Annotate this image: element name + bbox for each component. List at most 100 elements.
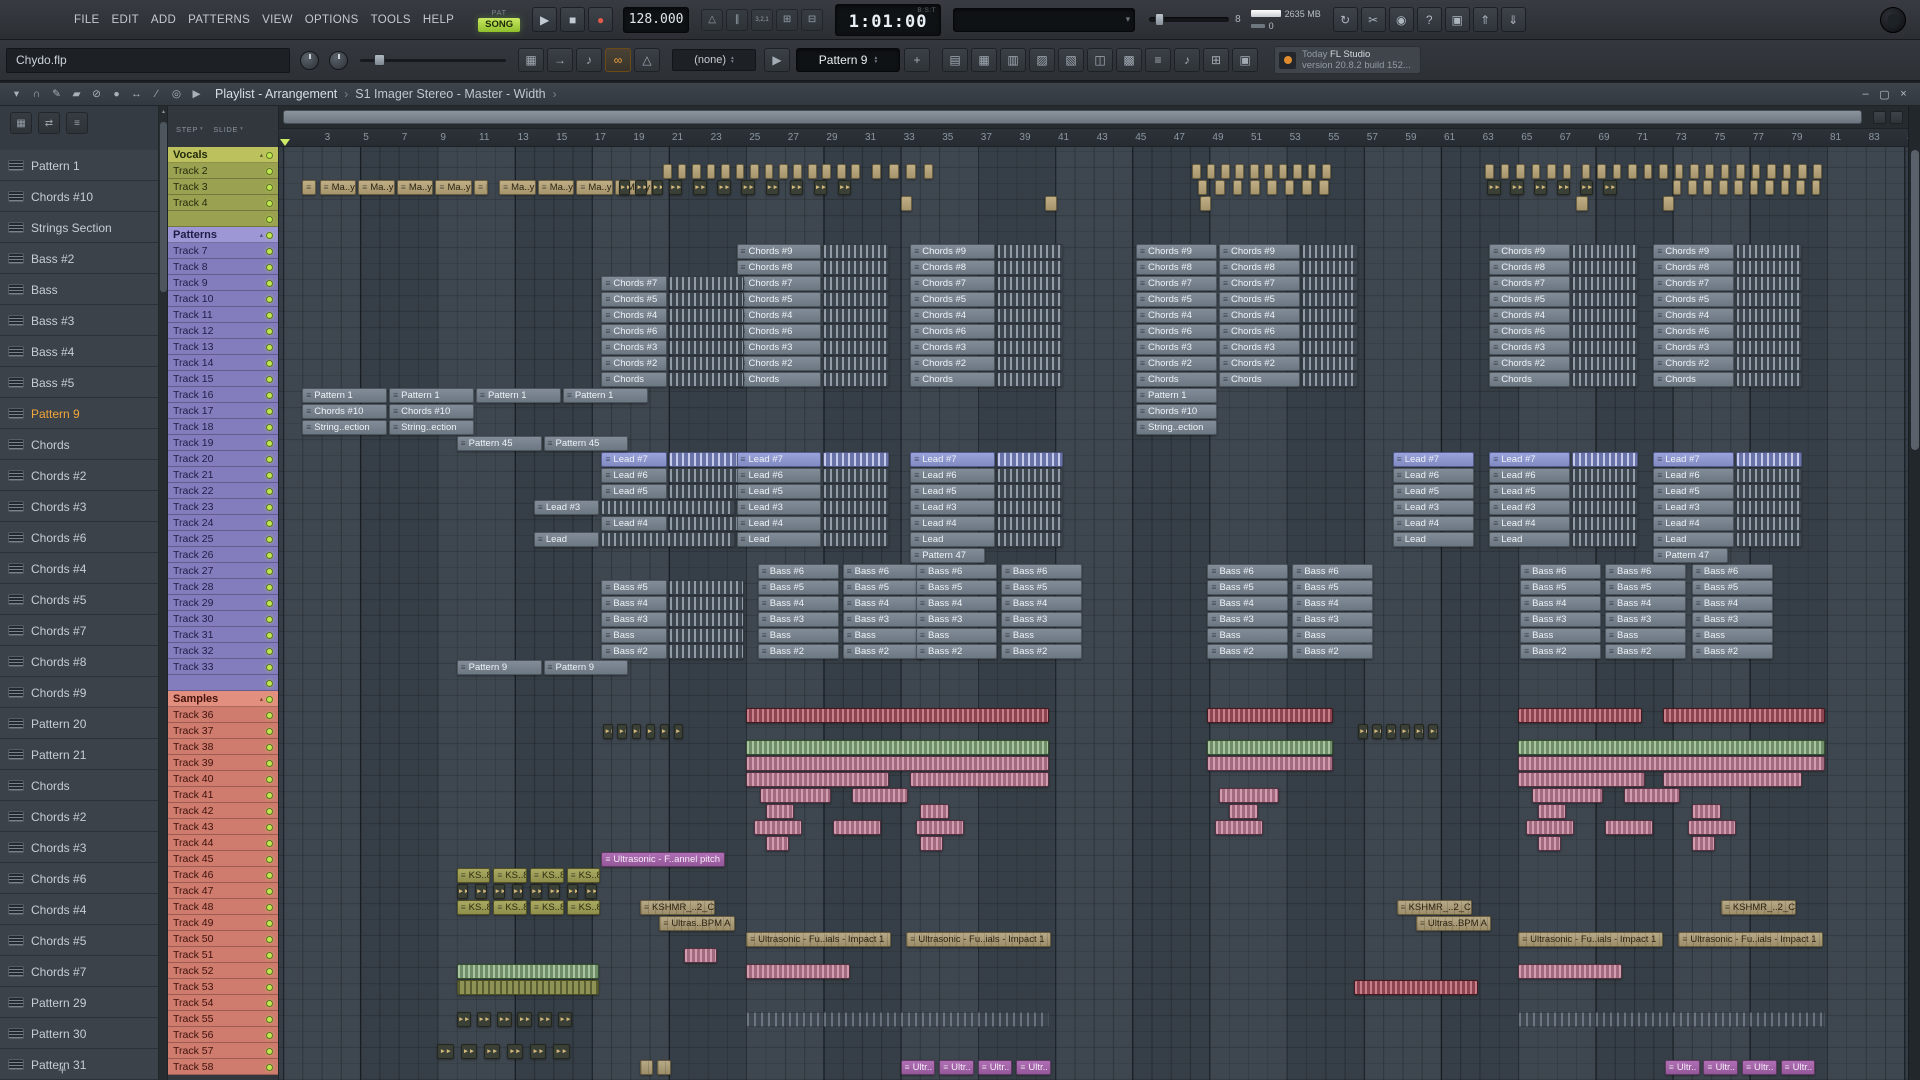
- clip-pat-steps[interactable]: [997, 323, 1063, 339]
- clip-m[interactable]: ≡M: [474, 179, 488, 195]
- pattern-list-item-chords-9[interactable]: Chords #9: [0, 677, 158, 708]
- clip-pattern-45[interactable]: ≡ Pattern 45: [543, 435, 629, 451]
- clip-ultr[interactable]: ≡ Ultr..: [1664, 1059, 1700, 1075]
- clip-chop[interactable]: [1232, 179, 1243, 195]
- clip-bass-3[interactable]: ≡ Bass #3: [1520, 611, 1602, 627]
- track-group-vocals[interactable]: Vocals ▴: [168, 147, 278, 163]
- clip-arrow[interactable]: ►►: [813, 179, 828, 195]
- clip-chords-10[interactable]: ≡ Chords #10: [389, 403, 474, 419]
- clip-string-ection[interactable]: ≡ String..ection: [302, 419, 388, 435]
- clip-chords-7[interactable]: ≡Chords #7: [1653, 275, 1735, 291]
- clip-pink[interactable]: [1537, 803, 1567, 819]
- clip-bass[interactable]: ≡ Bass: [1292, 627, 1374, 643]
- clip-lead-steps[interactable]: [997, 451, 1063, 467]
- clip-kshmr-2-clean[interactable]: ≡KSHMR_..2_Clean: [1720, 899, 1797, 915]
- clip-chords-3[interactable]: ≡Chords #3: [1489, 339, 1571, 355]
- clip-pat-steps[interactable]: [1302, 307, 1358, 323]
- volume-handle[interactable]: [1155, 13, 1165, 26]
- track-row-track-12[interactable]: Track 12: [168, 323, 278, 339]
- clip-bass-6[interactable]: ≡ Bass #6: [1292, 563, 1374, 579]
- track-row-track-55[interactable]: Track 55: [168, 1011, 278, 1027]
- clip-arrow[interactable]: ►►: [617, 723, 628, 739]
- clip-bass-2[interactable]: ≡ Bass #2: [1520, 643, 1602, 659]
- clip-chords-5[interactable]: ≡Chords #5: [910, 291, 996, 307]
- clip-lead-steps[interactable]: [1736, 451, 1802, 467]
- picker-filter-icon[interactable]: ≡: [66, 112, 88, 134]
- clip-chop[interactable]: [1215, 179, 1225, 195]
- track-led[interactable]: [266, 935, 273, 943]
- clip-pat-steps[interactable]: [1302, 339, 1358, 355]
- clip-chords-2[interactable]: ≡Chords #2: [1653, 355, 1735, 371]
- menu-add[interactable]: ADD: [145, 10, 182, 30]
- clip-chop[interactable]: [1765, 179, 1774, 195]
- clip-pat-steps[interactable]: [823, 291, 889, 307]
- clip-pat-steps[interactable]: [669, 307, 745, 323]
- clip-pink[interactable]: [1219, 787, 1279, 803]
- clip-pink[interactable]: [1624, 787, 1681, 803]
- track-led[interactable]: [266, 823, 273, 831]
- track-led[interactable]: [266, 551, 273, 559]
- track-led[interactable]: [266, 807, 273, 815]
- track-led[interactable]: [266, 615, 273, 623]
- track-led[interactable]: [266, 839, 273, 847]
- track-led[interactable]: [266, 663, 273, 671]
- clip-pat-steps[interactable]: [669, 371, 745, 387]
- clip-pat-steps[interactable]: [1736, 323, 1802, 339]
- clip-lead-6[interactable]: ≡ Lead #6: [1392, 467, 1474, 483]
- shuffle-slider[interactable]: [360, 52, 506, 68]
- clip-chords-9[interactable]: ≡ Chords #9: [1489, 243, 1571, 259]
- microphone-icon[interactable]: ◉: [1388, 7, 1414, 32]
- track-row-track-45[interactable]: Track 45: [168, 851, 278, 867]
- render-icon[interactable]: ⇓: [1500, 7, 1526, 32]
- clip-chords-7[interactable]: ≡Chords #7: [1136, 275, 1218, 291]
- clip-lead[interactable]: ≡ Lead: [1392, 531, 1474, 547]
- track-led[interactable]: [266, 199, 273, 207]
- pattern-list-item-chords[interactable]: Chords: [0, 429, 158, 460]
- metronome-2-icon[interactable]: △: [634, 48, 660, 72]
- record-button[interactable]: ●: [588, 7, 614, 32]
- track-row-track-3[interactable]: Track 3: [168, 179, 278, 195]
- clip-chop[interactable]: [1278, 163, 1288, 179]
- save-icon[interactable]: ▣: [1444, 7, 1470, 32]
- track-row-track-36[interactable]: Track 36: [168, 707, 278, 723]
- clip-chords-7[interactable]: ≡Chords #7: [1489, 275, 1571, 291]
- clip-arrow[interactable]: ►►: [506, 1043, 524, 1059]
- clip-arrow[interactable]: ►►: [558, 1011, 573, 1027]
- clip-arrow[interactable]: ►►: [475, 883, 487, 899]
- clip-chop[interactable]: [735, 163, 745, 179]
- clip-bass-4[interactable]: ≡ Bass #4: [1605, 595, 1687, 611]
- clip-pink[interactable]: [1691, 835, 1715, 851]
- clip-chop[interactable]: [1249, 179, 1260, 195]
- clip-chords-6[interactable]: ≡Chords #6: [1489, 323, 1571, 339]
- clip-chords[interactable]: ≡Chords: [601, 371, 667, 387]
- track-row-track-24[interactable]: Track 24: [168, 515, 278, 531]
- clip-pat-steps[interactable]: [1736, 275, 1802, 291]
- track-led[interactable]: [266, 151, 273, 159]
- clip-chop[interactable]: [1045, 195, 1057, 211]
- clip-arrow[interactable]: ►►: [1400, 723, 1410, 739]
- clip-chords-6[interactable]: ≡Chords #6: [910, 323, 996, 339]
- clip-pat-steps[interactable]: [669, 515, 745, 531]
- clip-pat-steps[interactable]: [1736, 307, 1802, 323]
- clip-chords-7[interactable]: ≡Chords #7: [601, 275, 667, 291]
- track-led[interactable]: [266, 887, 273, 895]
- track-led[interactable]: [266, 951, 273, 959]
- track-spacer[interactable]: [168, 675, 278, 691]
- clip-ultrasonic-fu-ials-impact-1[interactable]: ≡ Ultrasonic - Fu..ials - Impact 1: [906, 931, 1052, 947]
- link-icon[interactable]: ∞: [605, 48, 631, 72]
- clip-chords[interactable]: ≡Chords: [1653, 371, 1735, 387]
- clip-arrow[interactable]: ►►: [1487, 179, 1501, 195]
- vscroll-thumb[interactable]: [1911, 150, 1919, 450]
- clip-pat-steps[interactable]: [997, 259, 1063, 275]
- clip-arrow[interactable]: ►►: [669, 179, 683, 195]
- clip-ks-8[interactable]: ≡ KS..8: [456, 867, 491, 883]
- countdown-icon[interactable]: 3,2,1: [751, 8, 774, 31]
- pattern-list-item-pattern-1[interactable]: Pattern 1: [0, 150, 158, 181]
- clip-pat-steps[interactable]: [1572, 339, 1638, 355]
- clip-chords[interactable]: ≡Chords: [1136, 371, 1218, 387]
- clip-pat-steps[interactable]: [823, 307, 889, 323]
- clip-chords-8[interactable]: ≡ Chords #8: [910, 259, 996, 275]
- playlist-titlebar[interactable]: ▾ ∩ ✎ ▰ ⊘ ● ↔ ∕ ◎ ▶ Playlist - Arrangement › S1 I…: [0, 83, 1920, 106]
- clip-chop[interactable]: [1672, 179, 1682, 195]
- clip-chop[interactable]: [779, 163, 788, 179]
